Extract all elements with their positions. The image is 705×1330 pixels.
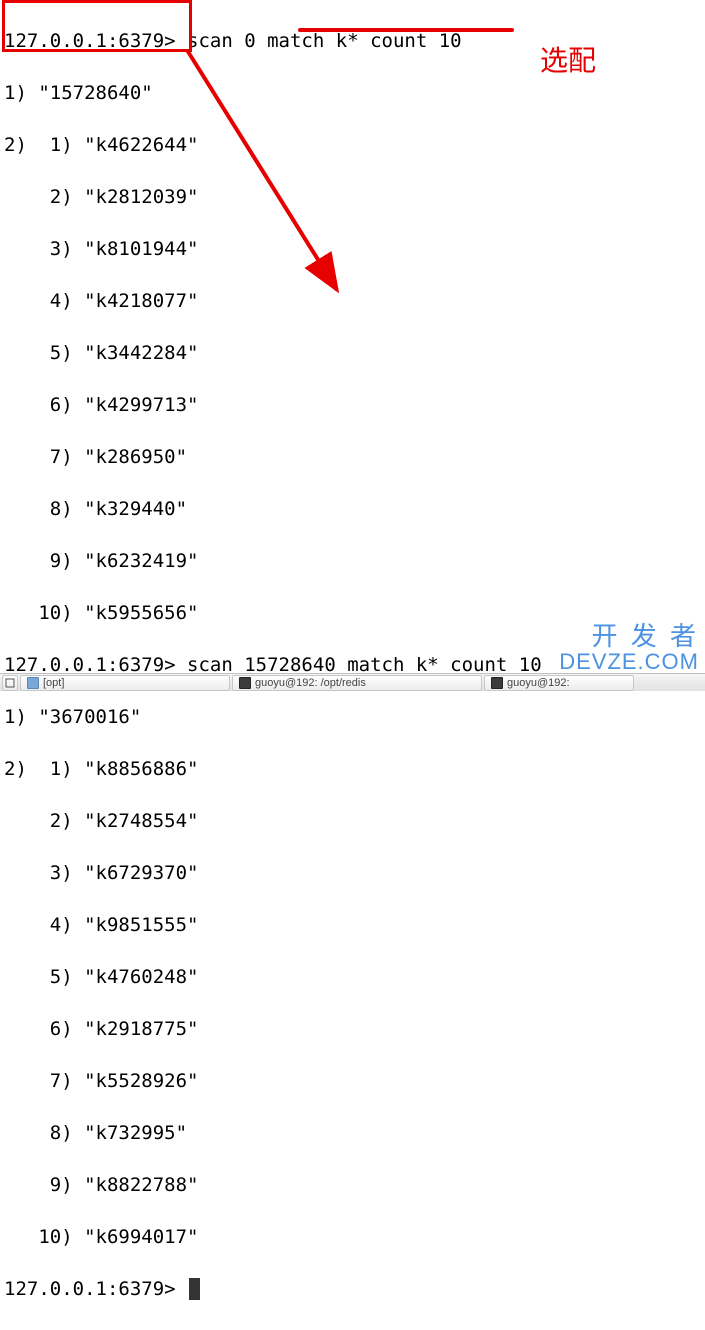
cmd-line-1: 127.0.0.1:6379> scan 0 match k* count 10: [4, 28, 701, 54]
taskbar-item-label: guoyu@192:: [507, 673, 570, 691]
result-item: 10) "k6994017": [4, 1224, 701, 1250]
terminal-output: 127.0.0.1:6379> scan 0 match k* count 10…: [0, 0, 705, 1330]
result-item: 2) "k2748554": [4, 808, 701, 834]
taskbar-item-terminal-2[interactable]: guoyu@192:: [484, 675, 634, 691]
result-item: 6) "k4299713": [4, 392, 701, 418]
taskbar-item-opt[interactable]: [opt]: [20, 675, 230, 691]
cursor-icon: [189, 1278, 200, 1300]
terminal-icon: [239, 677, 251, 689]
terminal-icon: [491, 677, 503, 689]
result-item: 5) "k3442284": [4, 340, 701, 366]
taskbar-item-label: [opt]: [43, 673, 64, 691]
result-item: 2) "k2812039": [4, 184, 701, 210]
result-item: 3) "k8101944": [4, 236, 701, 262]
result-item: 5) "k4760248": [4, 964, 701, 990]
result-item: 3) "k6729370": [4, 860, 701, 886]
folder-icon: [27, 677, 39, 689]
result-cursor-2: 1) "3670016": [4, 704, 701, 730]
result-item: 8) "k732995": [4, 1120, 701, 1146]
taskbar-item-terminal-1[interactable]: guoyu@192: /opt/redis: [232, 675, 482, 691]
taskbar-show-desktop-button[interactable]: [2, 675, 18, 691]
result-item: 6) "k2918775": [4, 1016, 701, 1042]
result-item: 9) "k6232419": [4, 548, 701, 574]
taskbar: [opt] guoyu@192: /opt/redis guoyu@192:: [0, 673, 705, 691]
result-item: 7) "k5528926": [4, 1068, 701, 1094]
result-cursor-1: 1) "15728640": [4, 80, 701, 106]
result-item: 4) "k4218077": [4, 288, 701, 314]
result-item: 10) "k5955656": [4, 600, 701, 626]
taskbar-item-label: guoyu@192: /opt/redis: [255, 673, 366, 691]
result-item: 4) "k9851555": [4, 912, 701, 938]
prompt-line[interactable]: 127.0.0.1:6379>: [4, 1276, 701, 1302]
result-item: 2) 1) "k8856886": [4, 756, 701, 782]
result-item: 9) "k8822788": [4, 1172, 701, 1198]
result-item: 7) "k286950": [4, 444, 701, 470]
result-item: 8) "k329440": [4, 496, 701, 522]
result-item: 2) 1) "k4622644": [4, 132, 701, 158]
